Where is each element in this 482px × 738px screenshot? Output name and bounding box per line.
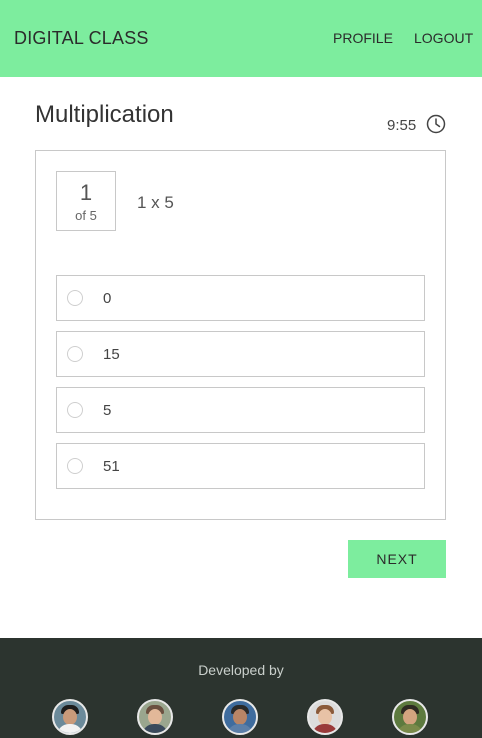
question-number: 1 [79, 180, 93, 205]
question-text: 1 x 5 [137, 193, 174, 212]
answer-label: 15 [103, 346, 120, 363]
clock-icon [426, 114, 446, 134]
answer-option[interactable]: 5 [56, 387, 425, 433]
radio-button[interactable] [67, 346, 83, 362]
developer-avatar-2[interactable] [137, 699, 173, 735]
quiz-title: Multiplication [35, 101, 174, 128]
logout-link[interactable]: LOGOUT [414, 30, 473, 46]
profile-link[interactable]: PROFILE [333, 30, 393, 46]
question-total: of 5 [75, 208, 97, 223]
answer-label: 51 [103, 458, 120, 475]
developer-avatar-5[interactable] [392, 699, 428, 735]
brand-logo[interactable]: DIGITAL CLASS [14, 28, 149, 49]
top-header: DIGITAL CLASS PROFILE LOGOUT [0, 0, 482, 77]
answer-option[interactable]: 15 [56, 331, 425, 377]
developer-avatar-4[interactable] [307, 699, 343, 735]
developer-avatar-1[interactable] [52, 699, 88, 735]
answer-label: 0 [103, 290, 112, 307]
question-counter: 1 of 5 [56, 171, 116, 231]
timer-text: 9:55 [387, 117, 417, 134]
next-button[interactable]: NEXT [348, 540, 446, 578]
developer-avatar-3[interactable] [222, 699, 258, 735]
question-card: 1 of 5 1 x 5 0 15 5 51 [35, 150, 446, 520]
developed-by-label: Developed by [198, 662, 284, 678]
radio-button[interactable] [67, 402, 83, 418]
answer-label: 5 [103, 402, 112, 419]
answer-option[interactable]: 51 [56, 443, 425, 489]
answer-option[interactable]: 0 [56, 275, 425, 321]
footer: Developed by [0, 638, 482, 738]
radio-button[interactable] [67, 458, 83, 474]
radio-button[interactable] [67, 290, 83, 306]
